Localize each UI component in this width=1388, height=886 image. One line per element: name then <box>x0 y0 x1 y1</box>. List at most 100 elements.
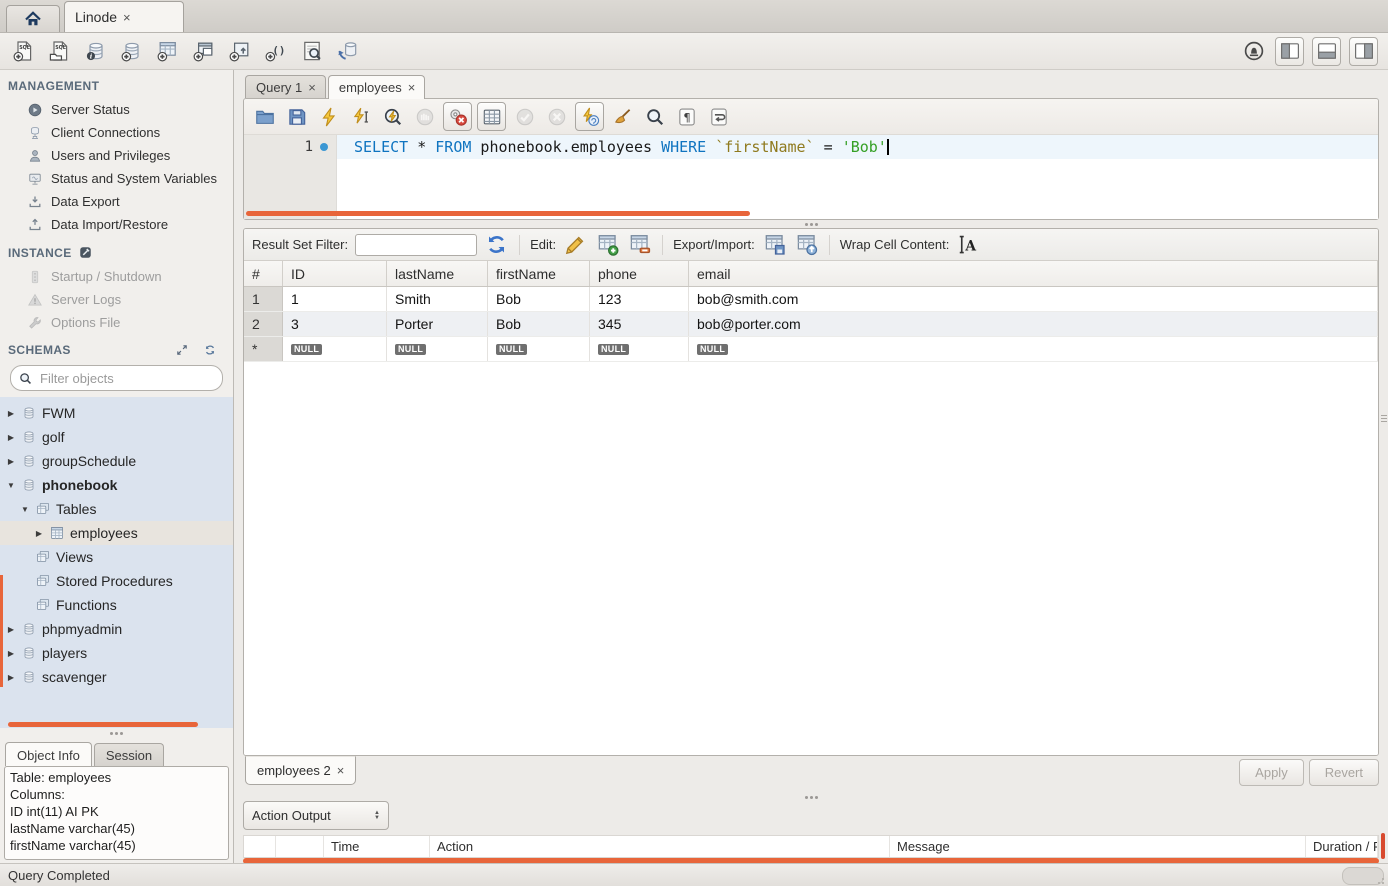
grid-header-cell[interactable]: ID <box>283 261 387 286</box>
schema-filter-input[interactable] <box>38 370 215 387</box>
explain-plan-button[interactable] <box>379 103 406 130</box>
grid-cell[interactable]: 345 <box>590 312 689 336</box>
toggle-stop-on-error-button[interactable] <box>443 102 472 131</box>
toggle-bottom-panel-button[interactable] <box>1312 37 1341 66</box>
resultset-tab-close-icon[interactable]: × <box>337 763 345 778</box>
grid-cell[interactable]: bob@smith.com <box>689 287 1378 311</box>
grid-cell[interactable]: 1 <box>283 287 387 311</box>
sidebar-item-data-export[interactable]: Data Export <box>0 190 233 213</box>
tree-item-players[interactable]: ▶players <box>0 641 233 665</box>
output-column-icon[interactable] <box>244 836 276 857</box>
sql-editor[interactable]: 1 SELECT * FROM phonebook.employees WHER… <box>244 135 1378 219</box>
output-column-message[interactable]: Message <box>890 836 1306 857</box>
refresh-results-icon[interactable] <box>484 232 509 257</box>
output-column-icon[interactable] <box>276 836 324 857</box>
output-vscrollbar[interactable] <box>1381 833 1385 859</box>
create-view-button[interactable] <box>190 38 217 65</box>
tab-close-icon[interactable]: × <box>308 80 316 95</box>
schema-tree-hscrollbar[interactable] <box>8 722 198 727</box>
tab-session[interactable]: Session <box>94 743 164 766</box>
object-info-vscrollbar[interactable] <box>0 575 3 687</box>
create-procedure-button[interactable] <box>226 38 253 65</box>
limit-rows-button[interactable] <box>477 102 506 131</box>
sidebar-item-status-and-system-variables[interactable]: Status and System Variables <box>0 167 233 190</box>
connection-tab[interactable]: Linode × <box>64 1 184 32</box>
editor-result-splitter[interactable] <box>243 220 1379 228</box>
window-resize-grip[interactable] <box>1377 875 1387 885</box>
new-query-tab-button[interactable]: SQL <box>10 38 37 65</box>
grid-cell[interactable]: Porter <box>387 312 488 336</box>
toggle-invisible-chars-button[interactable]: ¶ <box>673 103 700 130</box>
grid-cell[interactable]: NULL <box>488 337 590 361</box>
tree-item-phpmyadmin[interactable]: ▶phpmyadmin <box>0 617 233 641</box>
toggle-autocommit-button[interactable] <box>575 102 604 131</box>
delete-row-icon[interactable] <box>627 232 652 257</box>
tree-item-golf[interactable]: ▶golf <box>0 425 233 449</box>
tree-expand-arrow-icon[interactable]: ▼ <box>6 481 16 490</box>
tree-expand-arrow-icon[interactable]: ▶ <box>34 529 44 538</box>
sidebar-splitter[interactable] <box>0 728 233 739</box>
grid-cell[interactable]: Bob <box>488 312 590 336</box>
editor-hscrollbar[interactable] <box>246 211 750 216</box>
output-type-select[interactable]: Action Output ▲▼ <box>243 801 389 830</box>
create-function-button[interactable]: () <box>262 38 289 65</box>
tree-item-views[interactable]: Views <box>0 545 233 569</box>
sidebar-item-server-logs[interactable]: Server Logs <box>0 288 233 311</box>
toggle-left-panel-button[interactable] <box>1275 37 1304 66</box>
execute-script-button[interactable] <box>315 103 342 130</box>
grid-header-cell[interactable]: phone <box>590 261 689 286</box>
grid-cell[interactable]: 123 <box>590 287 689 311</box>
export-recordset-icon[interactable] <box>762 232 787 257</box>
add-row-icon[interactable] <box>595 232 620 257</box>
grid-cell[interactable]: NULL <box>590 337 689 361</box>
sidebar-item-users-and-privileges[interactable]: Users and Privileges <box>0 144 233 167</box>
revert-button[interactable]: Revert <box>1309 759 1379 786</box>
notifications-button[interactable] <box>1240 38 1267 65</box>
grid-header-cell[interactable]: email <box>689 261 1378 286</box>
resultset-tab[interactable]: employees 2 × <box>245 756 356 785</box>
right-panel-splitter[interactable] <box>1381 415 1387 422</box>
tree-expand-arrow-icon[interactable]: ▶ <box>6 433 16 442</box>
tree-expand-arrow-icon[interactable]: ▶ <box>6 457 16 466</box>
wrap-cell-content-icon[interactable]: A <box>956 232 981 257</box>
tree-item-phonebook[interactable]: ▼phonebook <box>0 473 233 497</box>
sidebar-item-data-import-restore[interactable]: Data Import/Restore <box>0 213 233 236</box>
tree-item-employees[interactable]: ▶employees <box>0 521 233 545</box>
schemas-refresh-icon[interactable] <box>203 343 217 357</box>
code-area[interactable]: SELECT * FROM phonebook.employees WHERE … <box>337 135 1378 219</box>
connection-tab-close-icon[interactable]: × <box>123 10 131 25</box>
inspect-database-button[interactable]: i <box>82 38 109 65</box>
schemas-expand-icon[interactable] <box>175 343 189 357</box>
tree-expand-arrow-icon[interactable]: ▶ <box>6 625 16 634</box>
sidebar-item-server-status[interactable]: Server Status <box>0 98 233 121</box>
search-table-data-button[interactable] <box>298 38 325 65</box>
beautify-script-button[interactable] <box>609 103 636 130</box>
tab-close-icon[interactable]: × <box>408 80 416 95</box>
find-button[interactable] <box>641 103 668 130</box>
home-tab[interactable] <box>6 5 60 32</box>
create-schema-button[interactable] <box>118 38 145 65</box>
import-records-icon[interactable] <box>794 232 819 257</box>
grid-cell[interactable]: 1 <box>244 287 283 311</box>
reconnect-dbms-button[interactable] <box>334 38 361 65</box>
grid-header-cell[interactable]: lastName <box>387 261 488 286</box>
execute-current-statement-button[interactable] <box>347 103 374 130</box>
tree-expand-arrow-icon[interactable]: ▶ <box>6 673 16 682</box>
grid-header-cell[interactable]: firstName <box>488 261 590 286</box>
grid-cell[interactable]: * <box>244 337 283 361</box>
result-filter-input[interactable] <box>355 234 477 256</box>
grid-cell[interactable]: 2 <box>244 312 283 336</box>
output-column-duration-fetch[interactable]: Duration / Fetch <box>1306 836 1378 857</box>
tree-item-scavenger[interactable]: ▶scavenger <box>0 665 233 689</box>
editor-tab-query-1[interactable]: Query 1× <box>245 75 326 98</box>
toggle-word-wrap-button[interactable] <box>705 103 732 130</box>
tree-expand-arrow-icon[interactable]: ▼ <box>20 505 30 514</box>
save-script-button[interactable] <box>283 103 310 130</box>
grid-cell[interactable]: 3 <box>283 312 387 336</box>
open-file-button[interactable] <box>251 103 278 130</box>
tree-item-tables[interactable]: ▼Tables <box>0 497 233 521</box>
grid-cell[interactable]: NULL <box>283 337 387 361</box>
tree-item-stored-procedures[interactable]: Stored Procedures <box>0 569 233 593</box>
toggle-right-panel-button[interactable] <box>1349 37 1378 66</box>
edit-cell-icon[interactable] <box>563 232 588 257</box>
